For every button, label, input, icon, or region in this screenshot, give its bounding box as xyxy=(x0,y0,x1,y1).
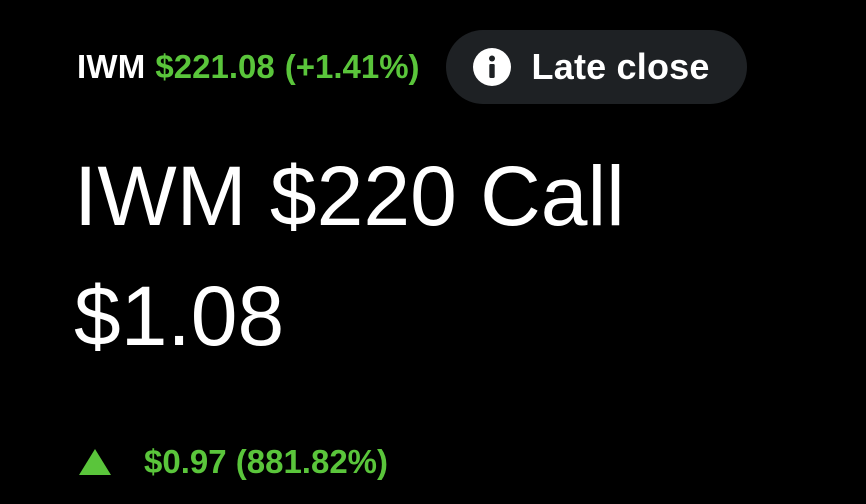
underlying-price: $221.08 xyxy=(155,48,275,85)
price-change-text: $0.97 (881.82%) xyxy=(144,443,389,480)
contract-title: IWM $220 Call xyxy=(74,149,625,243)
info-icon xyxy=(472,47,512,87)
underlying-ticker: IWM xyxy=(77,48,146,85)
price-change-row: $0.97 (881.82%) xyxy=(78,437,388,487)
contract-price: $1.08 xyxy=(74,269,285,363)
underlying-change-percent: (+1.41%) xyxy=(284,48,420,85)
underlying-quote-row: IWM $221.08 (+1.41%) Late close xyxy=(77,30,747,104)
late-close-label: Late close xyxy=(531,46,710,87)
late-close-button[interactable]: Late close xyxy=(445,30,747,104)
triangle-up-icon xyxy=(78,447,112,477)
